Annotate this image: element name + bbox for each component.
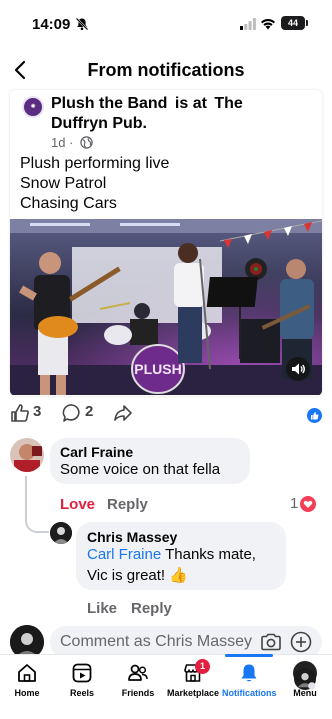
tab-friends[interactable]: Friends bbox=[113, 655, 163, 705]
post-body: Plush performing live Snow Patrol Chasin… bbox=[20, 154, 169, 214]
speaker-icon bbox=[292, 363, 305, 375]
post-at-text: is at bbox=[174, 95, 207, 112]
tab-marketplace[interactable]: Marketplace bbox=[166, 655, 220, 705]
page-title: From notifications bbox=[87, 60, 245, 80]
battery-icon: 44 bbox=[281, 16, 308, 30]
cell-signal-icon bbox=[240, 18, 256, 30]
post-body-line: Plush performing live bbox=[20, 155, 170, 172]
heart-reaction-icon bbox=[300, 496, 316, 512]
home-icon bbox=[18, 664, 36, 682]
reply-author[interactable]: Chris Massey bbox=[87, 529, 177, 545]
plus-icon[interactable] bbox=[290, 631, 312, 653]
notification-badge: 1 bbox=[195, 659, 210, 674]
like-count: 3 bbox=[33, 403, 42, 420]
reply-author-avatar[interactable] bbox=[50, 522, 72, 544]
tab-label: Friends bbox=[121, 688, 155, 698]
friends-icon bbox=[128, 664, 148, 681]
post-header-line1: Plush the Band is at The bbox=[51, 95, 243, 113]
post-place-part2[interactable]: Duffryn Pub. bbox=[51, 115, 147, 133]
tab-label: Reels bbox=[69, 688, 95, 698]
comment-icon[interactable] bbox=[62, 403, 82, 423]
camera-icon[interactable] bbox=[260, 632, 282, 652]
tab-notifications[interactable]: Notifications bbox=[222, 655, 277, 705]
tab-label: Notifications bbox=[222, 688, 277, 698]
post-video[interactable]: PLUSH bbox=[10, 219, 322, 395]
commenter-avatar[interactable] bbox=[10, 438, 44, 472]
post-time[interactable]: 1d bbox=[51, 135, 65, 150]
tab-label: Home bbox=[14, 688, 40, 698]
reels-icon bbox=[72, 663, 92, 683]
like-icon[interactable] bbox=[10, 403, 30, 423]
tab-label: Marketplace bbox=[166, 688, 220, 698]
like-button[interactable]: Like bbox=[87, 600, 117, 617]
tab-label: Menu bbox=[293, 688, 317, 698]
comment-text: Some voice on that fella bbox=[60, 461, 221, 478]
video-frame: PLUSH bbox=[10, 219, 322, 395]
post-place-part1[interactable]: The bbox=[214, 95, 242, 112]
sound-toggle-button[interactable] bbox=[286, 357, 310, 381]
reply-bubble: Chris Massey Carl Fraine Thanks mate, Vi… bbox=[76, 522, 286, 590]
globe-icon bbox=[80, 136, 93, 149]
wifi-icon bbox=[261, 19, 275, 30]
reply-button[interactable]: Reply bbox=[131, 600, 172, 617]
page-header: From notifications bbox=[0, 52, 332, 90]
reply-thread-line bbox=[25, 476, 49, 533]
tab-menu[interactable]: Menu bbox=[280, 655, 330, 705]
comment-bubble: Carl Fraine Some voice on that fella bbox=[50, 438, 250, 484]
love-count: 1 bbox=[290, 495, 299, 512]
comment-count: 2 bbox=[85, 403, 94, 420]
post-body-line: Snow Patrol bbox=[20, 175, 107, 192]
comment-author[interactable]: Carl Fraine bbox=[60, 444, 133, 460]
post-body-line: Chasing Cars bbox=[20, 195, 117, 212]
reply-text-line2: Vic is great! 👍 bbox=[87, 567, 188, 584]
band-avatar[interactable]: ✺ bbox=[22, 96, 44, 118]
reply-text-line1: Carl Fraine Thanks mate, bbox=[87, 546, 256, 563]
bottom-tab-bar: Home Reels Friends Marketplace 1 Notific… bbox=[0, 654, 332, 719]
post-time-separator: · bbox=[69, 135, 74, 150]
reactions-row: 3 2 bbox=[0, 400, 332, 426]
bell-muted-icon bbox=[75, 17, 89, 31]
share-icon[interactable] bbox=[113, 403, 133, 423]
reply-text: Thanks mate, bbox=[165, 546, 256, 563]
tab-home[interactable]: Home bbox=[2, 655, 52, 705]
mention-link[interactable]: Carl Fraine bbox=[87, 546, 161, 563]
post-card: ✺ Plush the Band is at The Duffryn Pub. … bbox=[10, 90, 322, 396]
comment-input-placeholder: Comment as Chris Massey bbox=[60, 633, 253, 650]
love-reaction-button[interactable]: Love bbox=[60, 496, 95, 513]
status-time: 14:09 bbox=[32, 16, 71, 33]
menu-avatar bbox=[293, 661, 317, 690]
status-bar: 14:09 44 bbox=[0, 0, 332, 48]
post-author[interactable]: Plush the Band bbox=[51, 95, 167, 112]
bell-icon bbox=[241, 664, 257, 682]
like-reaction-icon bbox=[307, 408, 322, 423]
drum-logo: PLUSH bbox=[134, 361, 181, 377]
tab-reels[interactable]: Reels bbox=[57, 655, 107, 705]
reply-button[interactable]: Reply bbox=[107, 496, 148, 513]
